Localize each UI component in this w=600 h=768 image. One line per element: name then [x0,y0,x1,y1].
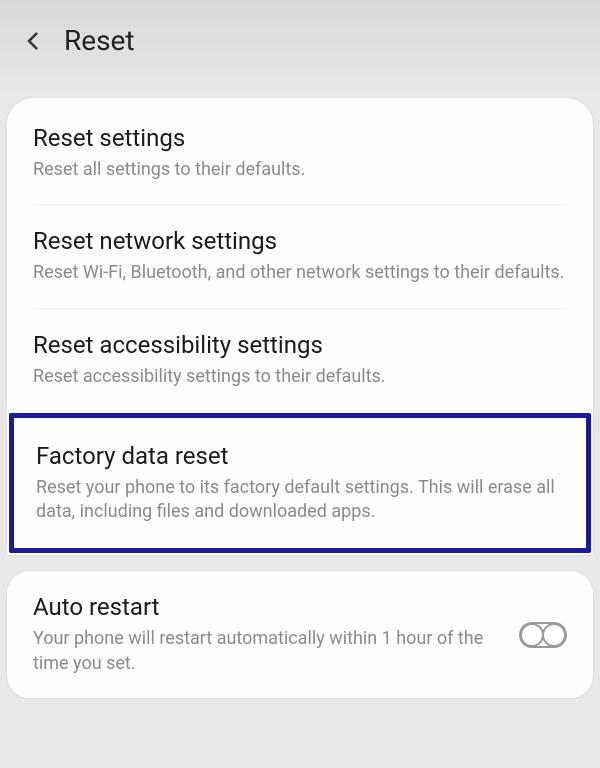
page-title: Reset [64,24,135,57]
item-title: Reset accessibility settings [33,331,567,359]
reset-network-settings-item[interactable]: Reset network settings Reset Wi-Fi, Blue… [7,205,593,307]
item-title: Reset network settings [33,227,567,255]
reset-accessibility-settings-item[interactable]: Reset accessibility settings Reset acces… [7,309,593,411]
reset-settings-item[interactable]: Reset settings Reset all settings to the… [7,102,593,204]
factory-data-reset-item[interactable]: Factory data reset Reset your phone to i… [9,413,591,554]
reset-options-card: Reset settings Reset all settings to the… [6,97,594,556]
item-title: Factory data reset [36,442,564,470]
header: Reset [0,0,600,97]
item-desc: Your phone will restart automatically wi… [33,627,507,676]
item-desc: Reset all settings to their defaults. [33,158,567,182]
auto-restart-card: Auto restart Your phone will restart aut… [6,570,594,699]
item-desc: Reset Wi-Fi, Bluetooth, and other networ… [33,261,567,285]
item-desc: Reset accessibility settings to their de… [33,365,567,389]
back-icon[interactable] [20,27,48,55]
item-title: Auto restart [33,593,507,621]
item-desc: Reset your phone to its factory default … [36,476,564,525]
auto-restart-toggle[interactable] [519,622,567,648]
auto-restart-item[interactable]: Auto restart Your phone will restart aut… [7,571,593,698]
item-title: Reset settings [33,124,567,152]
